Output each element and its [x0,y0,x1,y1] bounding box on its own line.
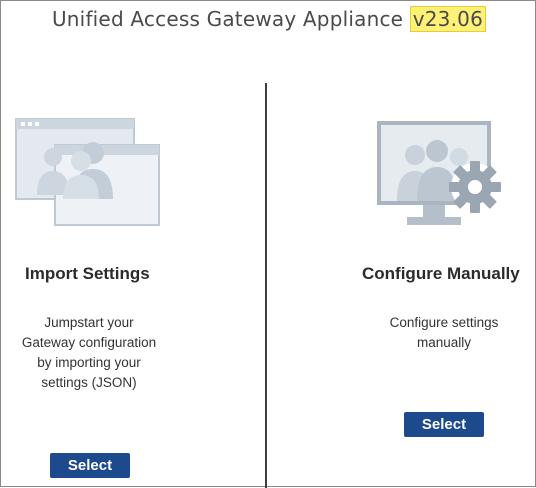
page-title: Unified Access Gateway Appliance v23.06 [1,6,536,32]
import-settings-panel: Import Settings Jumpstart your Gateway c… [1,101,265,488]
configure-manually-title: Configure Manually [362,264,520,283]
configure-manually-panel: Configure Manually Configure settings ma… [267,101,536,488]
app-name: Unified Access Gateway Appliance [51,7,404,31]
wizard-window: Unified Access Gateway Appliance v23.06 [0,0,536,488]
version-badge: v23.06 [409,6,487,32]
import-settings-title: Import Settings [25,264,150,283]
import-settings-select-button[interactable]: Select [50,453,130,478]
configure-manually-icon [373,121,509,233]
configure-manually-select-button[interactable]: Select [404,412,484,437]
import-settings-icon [15,117,163,229]
import-settings-description: Jumpstart your Gateway configuration by … [21,315,157,390]
configure-manually-description: Configure settings manually [389,315,499,350]
